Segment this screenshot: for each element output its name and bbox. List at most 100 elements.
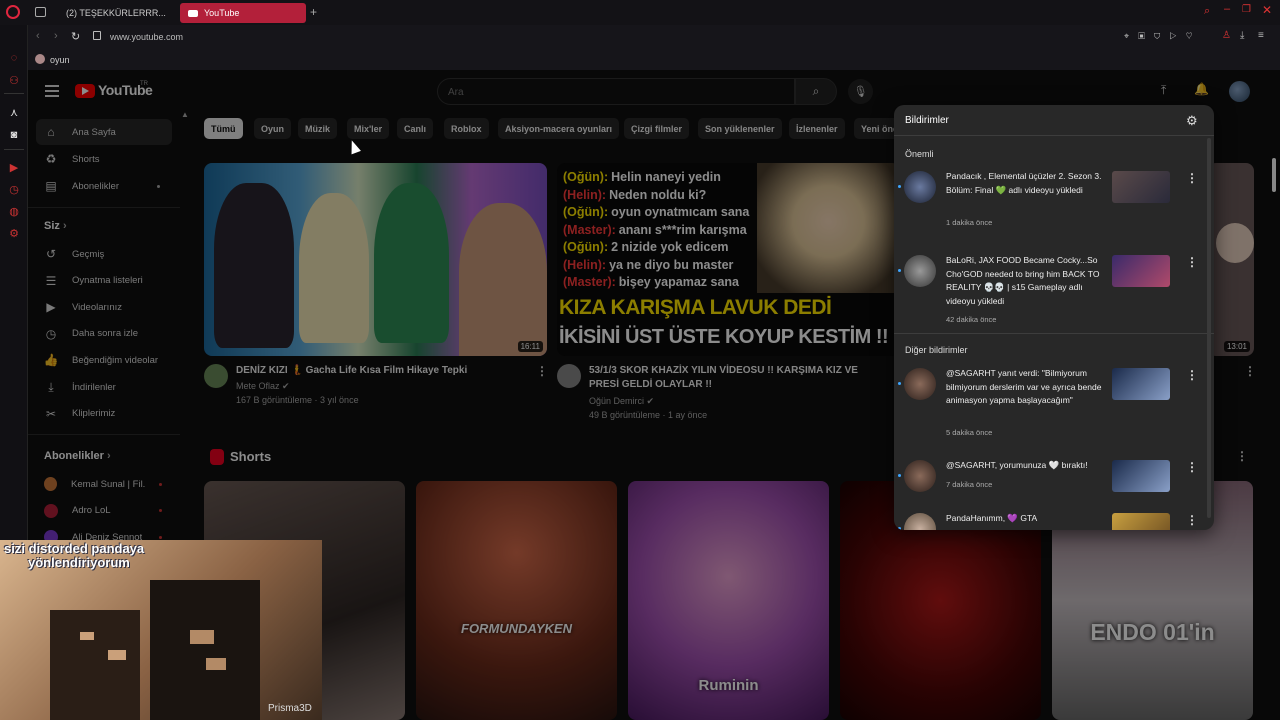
nav-item-playlists[interactable]: ☰ Oynatma listeleri [36, 268, 172, 294]
chip-9[interactable]: İzlenenler [789, 118, 845, 139]
notification-thumbnail[interactable] [1112, 368, 1170, 400]
notification-more-icon[interactable]: ⋮ [1186, 460, 1198, 474]
nav-item-shorts[interactable]: ♻ Shorts [36, 146, 172, 172]
video-title[interactable]: DENİZ KIZI 🧜 Gacha Life Kısa Film Hikaye… [236, 364, 526, 378]
url-field[interactable]: www.youtube.com [110, 32, 183, 42]
maximize-icon[interactable]: ❐ [1242, 4, 1251, 15]
nav-item-downloads[interactable]: ⤓ İndirilenler [36, 374, 172, 400]
close-window-icon[interactable]: ✕ [1262, 3, 1272, 17]
opera-logo-icon[interactable] [6, 5, 20, 19]
history-sidebar-icon[interactable]: ◷ [7, 182, 21, 196]
channel-avatar[interactable] [204, 364, 228, 388]
character-figure [374, 183, 449, 343]
notification-more-icon[interactable]: ⋮ [1186, 171, 1198, 185]
subscription-item[interactable]: Adro LoL [36, 498, 172, 524]
notification-text[interactable]: BaLoRi, JAX FOOD Became Cocky...So Cho'G… [946, 254, 1106, 308]
notification-more-icon[interactable]: ⋮ [1186, 255, 1198, 269]
notification-more-icon[interactable]: ⋮ [1186, 368, 1198, 382]
video-thumbnail[interactable]: (Oğün): Helin naneyi yedin (Helin): Neden n… [557, 163, 900, 356]
discord-icon[interactable]: ◙ [7, 128, 21, 142]
dialogue-speaker: (Master): [563, 222, 616, 237]
nav-item-history[interactable]: ↺ Geçmiş [36, 241, 172, 267]
chip-6[interactable]: Aksiyon-macera oyunları [498, 118, 620, 139]
chip-5[interactable]: Roblox [444, 118, 489, 139]
settings-sidebar-icon[interactable]: ⚙ [7, 226, 21, 240]
notifications-scrollbar[interactable] [1207, 138, 1211, 518]
aria-icon[interactable]: ◌ [7, 51, 21, 65]
nav-item-watch-later[interactable]: ◷ Daha sonra izle [36, 321, 172, 347]
forward-icon[interactable]: › [54, 30, 58, 42]
youtube-logo-icon[interactable] [75, 84, 95, 98]
player-icon[interactable]: ▶ [7, 160, 21, 174]
notification-text[interactable]: @SAGARHT, yorumunuza 🤍 bıraktı! [946, 459, 1106, 473]
voice-search-button[interactable]: 🎙 [848, 79, 873, 104]
chip-1[interactable]: Oyun [254, 118, 292, 139]
more-actions-icon[interactable]: ⋮ [536, 364, 548, 378]
subscriptions-section-title[interactable]: Abonelikler › [44, 450, 111, 462]
downloads-browser-icon[interactable]: ⤓ [1240, 30, 1244, 41]
tab-inactive[interactable]: (2) TEŞEKKÜRLERRR... [52, 3, 172, 23]
bookmark-oyun[interactable]: oyun [50, 55, 70, 65]
nav-item-home[interactable]: ⌂ Ana Sayfa [36, 119, 172, 145]
notifications-settings-icon[interactable]: ⚙ [1186, 113, 1198, 129]
avatar[interactable] [904, 460, 936, 492]
search-tabs-icon[interactable]: ⌕ [1204, 5, 1210, 18]
nav-item-clips[interactable]: ✂ Kliplerimiz [36, 401, 172, 427]
channel-name[interactable]: Mete Oflaz ✔ [236, 379, 290, 393]
nav-item-your-videos[interactable]: ▶ Videolarınız [36, 294, 172, 320]
reload-icon[interactable]: ↻ [71, 30, 80, 43]
video-thumbnail[interactable]: 16:11 [204, 163, 547, 356]
account-icon[interactable]: ♙ [1222, 30, 1231, 41]
shorts-more-icon[interactable]: ⋮ [1236, 449, 1248, 463]
menu-icon[interactable]: ≡ [1258, 30, 1264, 41]
channel-name[interactable]: Oğün Demirci ✔ [589, 394, 654, 408]
upload-icon[interactable]: ⤒ [1161, 83, 1166, 98]
more-actions-icon[interactable]: ⋮ [1244, 364, 1256, 378]
tab-active[interactable]: YouTube [180, 3, 306, 23]
notification-thumbnail[interactable] [1112, 171, 1170, 203]
notification-text[interactable]: PandaHanımm, 💜 GTA [946, 512, 1106, 526]
short-item[interactable]: FORMUNDAYKEN [416, 481, 617, 720]
avatar[interactable] [904, 513, 936, 530]
notification-thumbnail[interactable] [1112, 513, 1170, 530]
page-scrollbar[interactable] [1272, 158, 1276, 192]
live-dot [159, 509, 162, 513]
chip-3[interactable]: Mix'ler [347, 118, 390, 139]
chip-8[interactable]: Son yüklenenler [698, 118, 782, 139]
notification-text[interactable]: @SAGARHT yanıt verdi: "Bilmiyorum bilmiy… [946, 367, 1106, 408]
minimize-icon[interactable]: – [1224, 3, 1230, 15]
hamburger-menu-icon[interactable] [45, 85, 59, 87]
subscription-item[interactable]: Kemal Sunal | Fil... [36, 471, 172, 497]
notification-text[interactable]: Pandacık , Elemental üçüzler 2. Sezon 3.… [946, 170, 1106, 197]
chip-4[interactable]: Canlı [397, 118, 434, 139]
tiktok-like-icon[interactable]: ⋏ [7, 105, 21, 119]
chip-7[interactable]: Çizgi filmler [624, 118, 690, 139]
avatar[interactable] [904, 171, 936, 203]
avatar[interactable] [904, 368, 936, 400]
channel-avatar[interactable] [557, 364, 581, 388]
search-button[interactable]: ⌕ [795, 78, 837, 105]
new-tab-icon[interactable]: + [310, 5, 317, 19]
video-title[interactable]: 53/1/3 SKOR KHAZİX YILIN VİDEOSU !! KARŞ… [589, 364, 879, 392]
search-input[interactable] [448, 84, 778, 100]
notification-more-icon[interactable]: ⋮ [1186, 513, 1198, 527]
gx-icon[interactable]: ⚇ [7, 73, 21, 87]
tab-islands-icon[interactable] [35, 7, 46, 17]
short-item[interactable]: Ruminin [628, 481, 829, 720]
scroll-up-arrow-icon[interactable]: ▲ [181, 110, 189, 119]
messenger-icon[interactable]: ◍ [7, 204, 21, 218]
back-icon[interactable]: ‹ [36, 30, 40, 42]
notifications-bell-icon[interactable]: 🔔 [1194, 82, 1209, 96]
nav-item-liked[interactable]: 👍 Beğendiğim videolar [36, 347, 172, 373]
video-thumbnail[interactable]: 13:01 [1208, 163, 1254, 356]
notification-thumbnail[interactable] [1112, 255, 1170, 287]
avatar[interactable] [1229, 81, 1250, 102]
you-section-title[interactable]: Siz › [44, 220, 67, 232]
address-actions[interactable]: ⌖▣⛉▷♡ [1124, 31, 1202, 42]
minecraft-character [50, 610, 140, 720]
chip-0[interactable]: Tümü [204, 118, 243, 139]
avatar[interactable] [904, 255, 936, 287]
chip-2[interactable]: Müzik [298, 118, 338, 139]
nav-item-subscriptions[interactable]: ▤ Abonelikler [36, 173, 172, 199]
notification-thumbnail[interactable] [1112, 460, 1170, 492]
